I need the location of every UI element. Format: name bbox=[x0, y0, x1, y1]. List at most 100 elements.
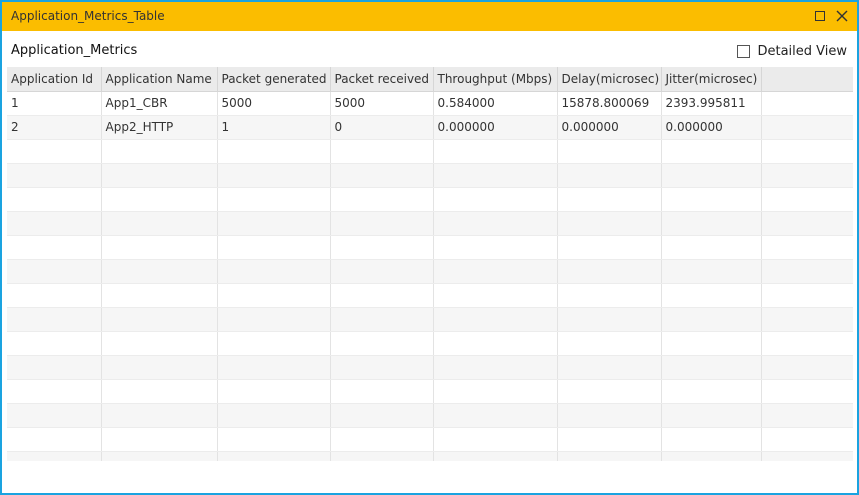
empty-cell bbox=[217, 451, 331, 461]
maximize-button[interactable] bbox=[812, 8, 828, 24]
column-header-throughput[interactable]: Throughput (Mbps) bbox=[433, 67, 558, 92]
empty-cell bbox=[761, 235, 853, 260]
empty-cell bbox=[217, 187, 331, 212]
empty-cell bbox=[761, 211, 853, 236]
cell-jitter[interactable]: 0.000000 bbox=[661, 115, 762, 140]
empty-cell bbox=[557, 307, 662, 332]
empty-cell bbox=[217, 163, 331, 188]
empty-cell bbox=[101, 427, 218, 452]
empty-cell bbox=[433, 283, 558, 308]
window-title: Application_Metrics_Table bbox=[11, 9, 165, 23]
cell-packet-received[interactable]: 0 bbox=[330, 115, 434, 140]
empty-cell bbox=[330, 331, 434, 356]
column-header-packet-generated[interactable]: Packet generated bbox=[217, 67, 331, 92]
column-header-delay[interactable]: Delay(microsec) bbox=[557, 67, 662, 92]
empty-cell bbox=[330, 307, 434, 332]
empty-cell bbox=[761, 139, 853, 164]
empty-cell bbox=[101, 379, 218, 404]
empty-table-row bbox=[7, 139, 853, 164]
empty-table-row bbox=[7, 307, 853, 332]
empty-table-row bbox=[7, 163, 853, 188]
empty-cell bbox=[661, 187, 762, 212]
empty-table-row bbox=[7, 379, 853, 404]
empty-cell bbox=[761, 187, 853, 212]
empty-cell bbox=[433, 163, 558, 188]
empty-cell bbox=[101, 451, 218, 461]
empty-cell bbox=[557, 139, 662, 164]
empty-cell bbox=[433, 379, 558, 404]
empty-cell bbox=[761, 307, 853, 332]
empty-cell bbox=[217, 235, 331, 260]
cell-throughput[interactable]: 0.584000 bbox=[433, 91, 558, 116]
empty-cell bbox=[7, 283, 102, 308]
cell-application-id[interactable]: 2 bbox=[7, 115, 102, 140]
cell-packet-generated[interactable]: 5000 bbox=[217, 91, 331, 116]
empty-cell bbox=[557, 379, 662, 404]
empty-cell bbox=[761, 451, 853, 461]
empty-cell bbox=[661, 211, 762, 236]
empty-cell bbox=[101, 307, 218, 332]
empty-cell bbox=[101, 235, 218, 260]
empty-table-row bbox=[7, 403, 853, 428]
cell-delay[interactable]: 0.000000 bbox=[557, 115, 662, 140]
empty-cell bbox=[661, 139, 762, 164]
empty-cell bbox=[101, 139, 218, 164]
empty-cell bbox=[330, 259, 434, 284]
title-bar[interactable]: Application_Metrics_Table bbox=[2, 2, 857, 31]
cell-packet-received[interactable]: 5000 bbox=[330, 91, 434, 116]
table-row[interactable]: 2 App2_HTTP 1 0 0.000000 0.000000 0.0000… bbox=[7, 115, 853, 140]
empty-cell bbox=[101, 403, 218, 428]
table-header-row: Application Id Application Name Packet g… bbox=[7, 67, 853, 92]
column-header-jitter[interactable]: Jitter(microsec) bbox=[661, 67, 762, 92]
column-header-application-id[interactable]: Application Id bbox=[7, 67, 102, 92]
detailed-view-label: Detailed View bbox=[757, 43, 847, 59]
maximize-icon bbox=[815, 11, 825, 21]
empty-cell bbox=[661, 379, 762, 404]
empty-cell bbox=[661, 163, 762, 188]
empty-cell bbox=[557, 163, 662, 188]
metrics-table: Application Id Application Name Packet g… bbox=[7, 67, 853, 461]
empty-cell bbox=[101, 259, 218, 284]
empty-table-row bbox=[7, 451, 853, 461]
detailed-view-toggle[interactable]: Detailed View bbox=[737, 42, 847, 60]
cell-application-name[interactable]: App2_HTTP bbox=[101, 115, 218, 140]
empty-cell bbox=[761, 379, 853, 404]
empty-cell bbox=[7, 139, 102, 164]
empty-cell bbox=[7, 235, 102, 260]
empty-cell bbox=[217, 211, 331, 236]
cell-packet-generated[interactable]: 1 bbox=[217, 115, 331, 140]
empty-cell bbox=[661, 355, 762, 380]
empty-cell bbox=[557, 451, 662, 461]
empty-table-row bbox=[7, 259, 853, 284]
empty-cell bbox=[7, 163, 102, 188]
column-header-packet-received[interactable]: Packet received bbox=[330, 67, 434, 92]
cell-jitter[interactable]: 2393.995811 bbox=[661, 91, 762, 116]
empty-cell bbox=[557, 403, 662, 428]
empty-cell bbox=[661, 451, 762, 461]
empty-cell bbox=[661, 259, 762, 284]
empty-cell bbox=[7, 211, 102, 236]
close-button[interactable] bbox=[834, 8, 850, 24]
column-header-application-name[interactable]: Application Name bbox=[101, 67, 218, 92]
empty-cell bbox=[217, 355, 331, 380]
cell-application-name[interactable]: App1_CBR bbox=[101, 91, 218, 116]
empty-rows bbox=[7, 139, 853, 461]
empty-cell bbox=[217, 379, 331, 404]
cell-application-id[interactable]: 1 bbox=[7, 91, 102, 116]
empty-cell bbox=[101, 211, 218, 236]
detailed-view-checkbox[interactable] bbox=[737, 44, 751, 58]
empty-cell bbox=[7, 331, 102, 356]
empty-cell bbox=[557, 187, 662, 212]
cell-delay[interactable]: 15878.800069 bbox=[557, 91, 662, 116]
empty-cell bbox=[330, 427, 434, 452]
empty-cell bbox=[7, 403, 102, 428]
empty-cell bbox=[217, 427, 331, 452]
application-metrics-window: Application_Metrics_Table Application_Me… bbox=[0, 0, 859, 495]
empty-table-row bbox=[7, 187, 853, 212]
empty-cell bbox=[330, 379, 434, 404]
table-row[interactable]: 1 App1_CBR 5000 5000 0.584000 15878.8000… bbox=[7, 91, 853, 116]
empty-cell bbox=[661, 331, 762, 356]
metrics-grid[interactable]: Application Id Application Name Packet g… bbox=[7, 67, 853, 461]
cell-throughput[interactable]: 0.000000 bbox=[433, 115, 558, 140]
empty-cell bbox=[661, 307, 762, 332]
